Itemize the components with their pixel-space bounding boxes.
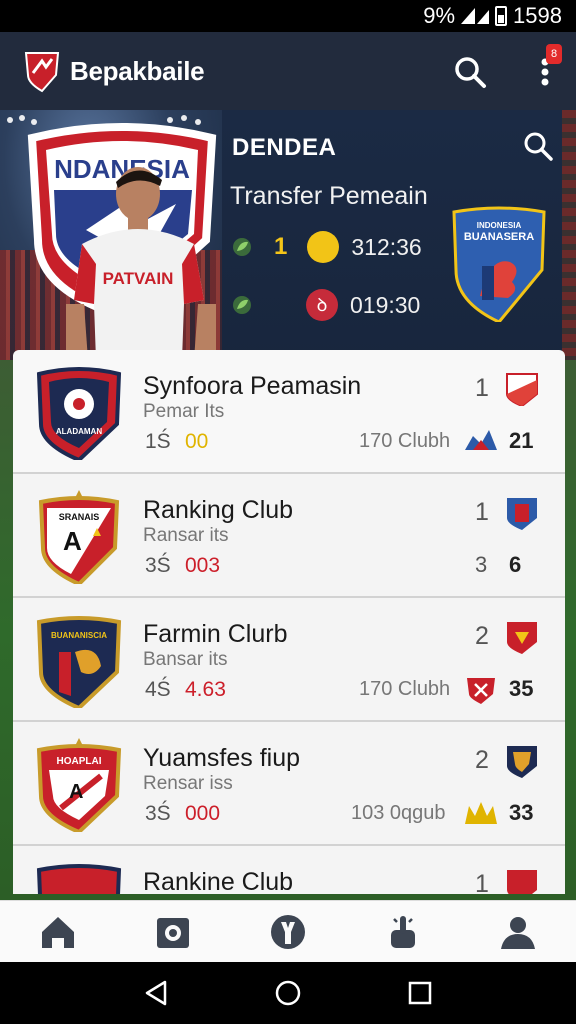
club-card[interactable]: A SRANAIS Ranking Club Ransar its 3Ś 003… xyxy=(13,474,565,598)
crown-icon xyxy=(465,430,497,450)
hero-title: DENDEA xyxy=(232,134,337,161)
battery-percent: 9% xyxy=(423,3,456,28)
club-card[interactable]: Rankine Club 1 xyxy=(13,846,565,894)
logo-text: ALADAMAN xyxy=(56,427,102,436)
club-subtitle: Rensar iss xyxy=(143,773,233,794)
nav-profile[interactable] xyxy=(496,910,540,954)
flag-badge-icon xyxy=(506,373,538,406)
club-badge-icon xyxy=(36,864,122,894)
gold-crown-icon xyxy=(465,802,497,824)
flag-badge-icon xyxy=(507,622,537,654)
svg-text:INDONESIA: INDONESIA xyxy=(477,221,522,230)
club-name: Rankine Club xyxy=(143,868,294,894)
club-subtitle: Bansar its xyxy=(143,649,228,670)
status-bar: 9% 1598 xyxy=(0,0,576,32)
club-name: Farmin Clurb xyxy=(143,620,288,648)
leaf-icon xyxy=(233,238,251,256)
logo-text: HOAPLAI xyxy=(57,756,102,767)
home-button-icon[interactable] xyxy=(273,978,303,1008)
red-shield-icon xyxy=(467,678,495,704)
back-icon[interactable] xyxy=(141,978,171,1008)
yellow-ball-icon xyxy=(307,231,340,263)
crest-text: BUANASERA xyxy=(464,231,534,243)
club-badge-icon: A SRANAIS xyxy=(38,490,120,584)
leaf-icon xyxy=(233,296,251,314)
club-meta: 170 Clubh xyxy=(359,678,451,700)
nav-home[interactable] xyxy=(36,910,80,954)
club-stat-value: 000 xyxy=(185,802,221,825)
club-meta: 103 0qgub xyxy=(351,802,446,824)
club-stat-label: 3Ś xyxy=(145,554,171,577)
tool-icon xyxy=(270,914,305,949)
hero-count: 1 xyxy=(274,233,288,260)
club-rank: 1 xyxy=(475,870,489,894)
notification-badge: 8 xyxy=(546,44,562,64)
hero-stat-row-2: ꝺ 019:30 xyxy=(232,289,421,321)
club-rank: 1 xyxy=(475,374,489,402)
app-screen: 9% 1598 Bepakbaile 8 NDANESIA PATVAIN DE… xyxy=(0,0,576,1024)
app-title: Bepakbaile xyxy=(70,55,205,86)
signal-icon xyxy=(461,8,490,24)
player-image: PATVAIN xyxy=(66,167,216,360)
club-stat-value: 4.63 xyxy=(185,678,226,701)
hero-time-1: 312:36 xyxy=(351,233,422,260)
app-bar: Bepakbaile xyxy=(0,32,576,110)
status-time: 1598 xyxy=(513,3,562,28)
club-count: 35 xyxy=(509,676,534,701)
flag-badge-icon xyxy=(507,498,537,530)
flag-badge-icon xyxy=(507,870,537,894)
hero-subtitle: Transfer Pemeain xyxy=(230,182,428,210)
club-badge-icon: BUANANISCIA xyxy=(36,616,122,708)
pointer-icon xyxy=(391,915,416,948)
club-stat-value: 003 xyxy=(185,554,221,577)
club-meta: 170 Clubh xyxy=(359,430,451,452)
recents-icon[interactable] xyxy=(405,978,435,1008)
logo-text: BUANANISCIA xyxy=(51,631,107,640)
jersey-text: PATVAIN xyxy=(103,269,174,288)
club-count: 33 xyxy=(509,800,534,825)
svg-text:A: A xyxy=(63,526,82,556)
club-subtitle: Ransar its xyxy=(143,525,229,546)
crowd-strip xyxy=(562,110,576,360)
club-badge-icon: ALADAMAN xyxy=(36,367,122,460)
club-subtitle: Pemar Its xyxy=(143,401,225,422)
nav-touch[interactable] xyxy=(381,910,425,954)
club-crest-icon: INDONESIA BUANASERA xyxy=(452,206,546,322)
club-rank: 2 xyxy=(475,622,489,650)
hero-time-2: 019:30 xyxy=(350,291,421,318)
club-card[interactable]: BUANANISCIA Farmin Clurb Bansar its 4Ś 4… xyxy=(13,598,565,722)
bottom-navigation xyxy=(0,900,576,962)
nav-camera[interactable] xyxy=(151,910,195,954)
club-count: 6 xyxy=(509,552,522,577)
club-stat-label: 1Ś xyxy=(145,430,171,453)
club-badge-icon: A HOAPLAI xyxy=(36,738,122,832)
app-logo-icon xyxy=(24,52,60,93)
camera-icon xyxy=(156,917,189,948)
club-name: Ranking Club xyxy=(143,496,294,524)
club-rank: 1 xyxy=(475,498,489,526)
club-mid-number: 3 xyxy=(475,552,488,577)
club-stat-value: 00 xyxy=(185,430,209,453)
search-icon[interactable] xyxy=(452,54,488,90)
home-icon xyxy=(41,916,74,948)
club-name: Synfoora Peamasin xyxy=(143,372,362,400)
club-name: Yuamsfes fiup xyxy=(143,744,301,772)
red-badge-icon: ꝺ xyxy=(306,289,338,321)
club-stat-label: 3Ś xyxy=(145,802,171,825)
logo-text: SRANAIS xyxy=(59,512,100,522)
hero-search-icon[interactable] xyxy=(522,130,554,162)
battery-icon xyxy=(495,6,508,26)
club-ranking-list: ALADAMAN Synfoora Peamasin Pemar Its 1Ś … xyxy=(13,350,565,894)
club-card[interactable]: ALADAMAN Synfoora Peamasin Pemar Its 1Ś … xyxy=(13,350,565,474)
club-card[interactable]: A HOAPLAI Yuamsfes fiup Rensar iss 3Ś 00… xyxy=(13,722,565,846)
club-count: 21 xyxy=(509,428,534,453)
club-stat-label: 4Ś xyxy=(145,678,171,701)
system-navigation xyxy=(0,962,576,1024)
hero-stat-row-1: 1 312:36 xyxy=(232,231,422,263)
flag-badge-icon xyxy=(507,746,537,778)
profile-icon xyxy=(501,916,536,949)
nav-tools[interactable] xyxy=(266,910,310,954)
svg-text:A: A xyxy=(69,781,83,803)
club-rank: 2 xyxy=(475,746,489,774)
